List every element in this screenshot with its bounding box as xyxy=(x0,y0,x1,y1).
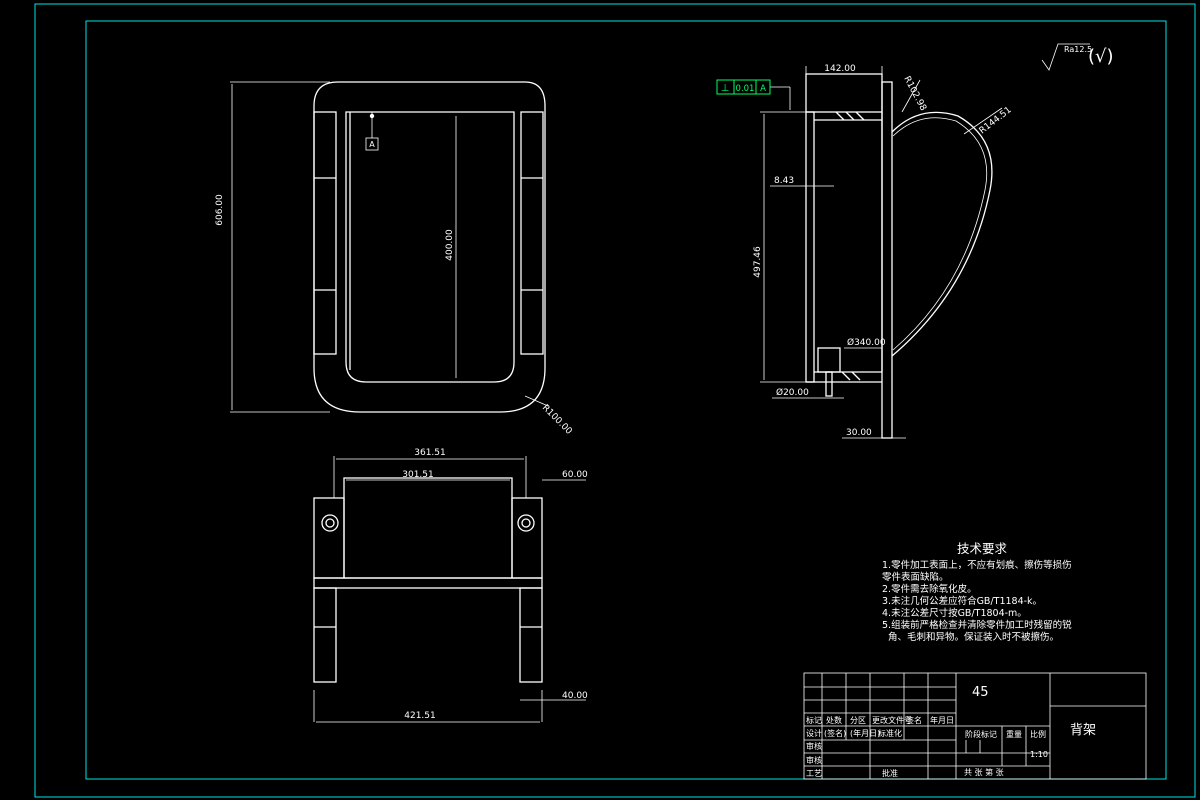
tolerance-datum: A xyxy=(760,84,766,94)
top-view: 361.51 301.51 60.00 40.00 421.51 xyxy=(313,448,588,723)
wall-thickness-dim: 8.43 xyxy=(774,176,794,186)
notes-title: 技术要求 xyxy=(957,541,1008,556)
tb-mark: 标记 xyxy=(806,715,822,725)
tb-material: 45 xyxy=(972,685,989,700)
tb-design: 设计 xyxy=(806,728,822,738)
note-line: 角、毛刺和异物。保证装入时不被擦伤。 xyxy=(888,631,1059,643)
tb-weight: 重量 xyxy=(1006,729,1022,739)
front-view: A 606.00 400.00 R100.00 xyxy=(215,81,574,437)
technical-notes: 技术要求 1.零件加工表面上，不应有划痕、擦伤等损伤 零件表面缺陷。 2.零件需… xyxy=(882,541,1072,643)
surface-roughness: Ra12.5 (√) xyxy=(1041,43,1114,71)
dia-20-dim: Ø20.00 xyxy=(776,387,809,398)
foot-width-dim: 40.00 xyxy=(562,691,588,701)
inner-height-dim: 400.00 xyxy=(445,229,455,261)
tolerance-value: 0.01 xyxy=(736,84,755,94)
side-view: 142.00 R102.98 R144.51 8.43 497.46 Ø340.… xyxy=(753,64,1014,439)
title-block: 标记 处数 分区 更改文件号 签名 年月日 设计 (签名) (年月日) 标准化 … xyxy=(803,672,1147,780)
tb-zone: 分区 xyxy=(850,716,866,725)
tb-process: 工艺 xyxy=(806,769,822,778)
note-line: 5.组装前严格检查并清除零件加工时残留的锐 xyxy=(882,619,1072,631)
tb-approve: 批准 xyxy=(882,768,898,778)
inner-frame xyxy=(85,20,1167,780)
tb-stage: 阶段标记 xyxy=(965,729,997,739)
outer-border xyxy=(34,3,1196,798)
roughness-paren: (√) xyxy=(1088,46,1114,67)
tb-scale-value: 1:10 xyxy=(1030,750,1048,759)
perpendicularity-icon: ⊥ xyxy=(721,83,730,94)
top-inner-width-dim: 301.51 xyxy=(402,470,434,480)
dia-340-dim: Ø340.00 xyxy=(847,337,886,348)
note-line: 3.未注几何公差应符合GB/T1184-k。 xyxy=(882,595,1042,607)
note-line: 4.未注公差尺寸按GB/T1804-m。 xyxy=(882,607,1027,619)
datum-label: A xyxy=(369,140,375,149)
tb-scale: 比例 xyxy=(1030,729,1046,739)
tb-design-sign: (签名) xyxy=(824,728,846,738)
note-line: 2.零件需去除氧化皮。 xyxy=(882,583,977,595)
note-line: 零件表面缺陷。 xyxy=(882,571,949,583)
tb-date: 年月日 xyxy=(930,715,954,725)
tb-review: 审核 xyxy=(806,741,822,751)
tb-sign: 签名 xyxy=(906,715,922,725)
tb-standard: 标准化 xyxy=(878,728,902,738)
cad-drawing: A 606.00 400.00 R100.00 361.51 301.51 60… xyxy=(34,3,1196,798)
bottom-width-dim: 421.51 xyxy=(404,711,436,721)
note-line: 1.零件加工表面上，不应有划痕、擦伤等损伤 xyxy=(882,559,1072,571)
front-height-dim: 606.00 xyxy=(215,194,225,226)
fillet-radius-dim: R100.00 xyxy=(540,403,574,437)
tb-part-name: 背架 xyxy=(1070,723,1096,738)
tb-count: 处数 xyxy=(826,715,842,725)
side-top-width-dim: 142.00 xyxy=(824,64,856,74)
geometric-tolerance: ⊥ 0.01 A xyxy=(716,79,771,95)
tb-check: 审核 xyxy=(806,755,822,765)
top-outer-width-dim: 361.51 xyxy=(414,448,446,458)
flange-width-dim: 60.00 xyxy=(562,470,588,480)
tb-design-date: (年月日) xyxy=(850,728,880,738)
base-width-dim: 30.00 xyxy=(846,428,872,438)
tb-sheet-info: 共 张 第 张 xyxy=(964,767,1004,777)
side-radius-1-dim: R102.98 xyxy=(901,75,928,113)
side-height-dim: 497.46 xyxy=(753,246,763,278)
